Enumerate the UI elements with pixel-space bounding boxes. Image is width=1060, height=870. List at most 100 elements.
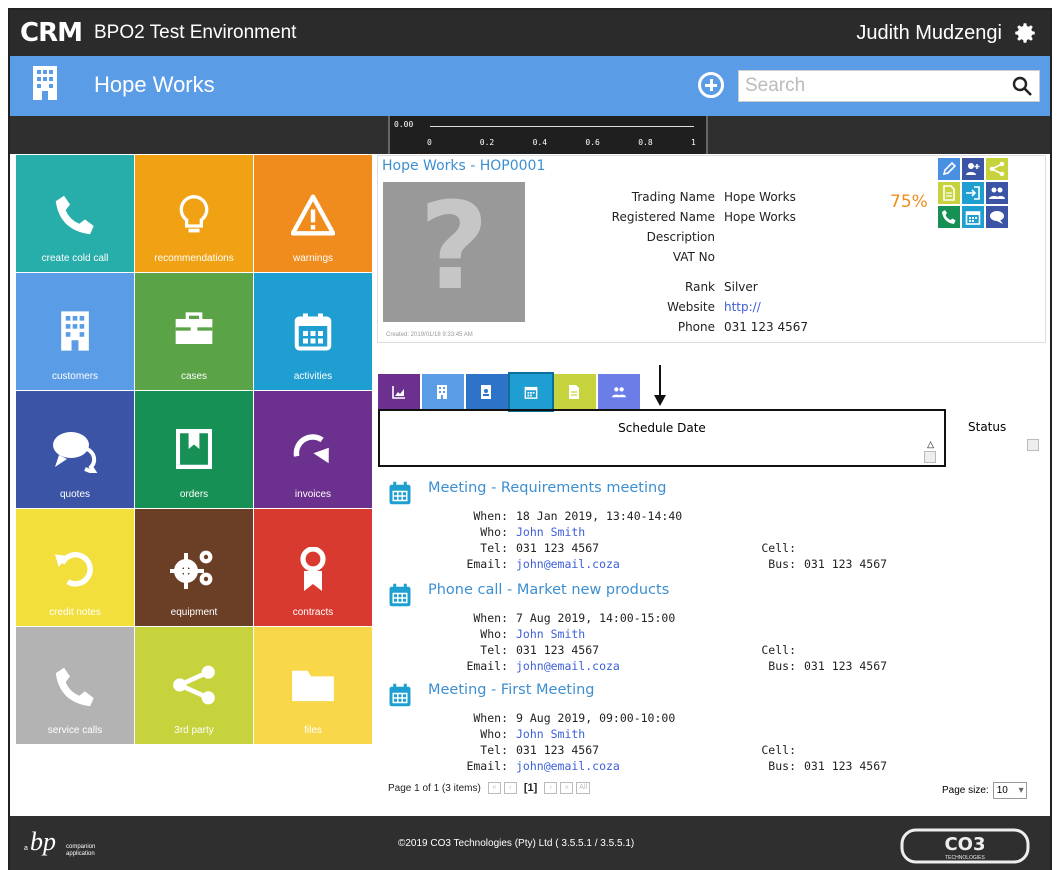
search-icon[interactable] [1012, 76, 1032, 96]
activity-tel-value: 031 123 4567 [516, 743, 600, 757]
schedule-filter-button[interactable] [924, 451, 936, 463]
share-button[interactable] [986, 158, 1008, 180]
tile-service-calls[interactable]: service calls [16, 627, 134, 744]
scrollbar[interactable] [1050, 156, 1052, 856]
activity-email-value[interactable]: john@email.coza [508, 759, 620, 773]
tile-warnings[interactable]: warnings [254, 155, 372, 272]
tab-users[interactable] [598, 374, 640, 410]
tab-activities[interactable] [508, 372, 554, 412]
building-icon [33, 66, 57, 100]
activity-who-value[interactable]: John Smith [508, 627, 585, 641]
tile-3rd-party[interactable]: 3rd party [135, 627, 253, 744]
tile-orders[interactable]: orders [135, 391, 253, 508]
current-page[interactable]: [1] [524, 782, 537, 794]
bp-logo-a: a [24, 845, 28, 852]
sign-in-icon [966, 186, 980, 200]
last-page-button[interactable]: » [560, 782, 574, 794]
completion-percent: 75% [890, 192, 928, 212]
schedule-date-header[interactable]: Schedule Date △ [378, 409, 946, 467]
tile-activities[interactable]: activities [254, 273, 372, 390]
tile-files[interactable]: files [254, 627, 372, 744]
page-size-select[interactable]: 10 [992, 782, 1027, 799]
pencil-icon [942, 161, 957, 176]
gear-icon[interactable] [1012, 20, 1038, 46]
redo-icon [293, 434, 329, 464]
activity-title[interactable]: Phone call - Market new products [428, 582, 669, 598]
activity-tel-row: Tel: 031 123 4567 [388, 742, 599, 758]
card-actions [938, 158, 1008, 228]
schedule-date-label: Schedule Date [618, 421, 706, 435]
calendar-button[interactable] [962, 206, 984, 228]
status-header[interactable]: Status [968, 420, 1006, 434]
tab-contacts[interactable] [466, 374, 508, 410]
calendar-icon [965, 211, 981, 225]
ribbon-icon [300, 547, 326, 591]
users-icon [612, 387, 626, 398]
lightbulb-icon [179, 195, 209, 233]
building-icon [61, 311, 89, 351]
gauge-axis [430, 126, 694, 127]
tile-invoices[interactable]: invoices [254, 391, 372, 508]
tile-label: service calls [47, 725, 103, 736]
activity-email-value[interactable]: john@email.coza [508, 659, 620, 673]
add-contact-button[interactable] [962, 158, 984, 180]
add-icon[interactable] [698, 72, 724, 98]
contacts-button[interactable] [986, 182, 1008, 204]
prev-page-button[interactable]: ‹ [503, 782, 517, 794]
document-button[interactable] [938, 182, 960, 204]
module-tiles: create cold call recommendations warnings c… [16, 155, 372, 744]
user-name[interactable]: Judith Mudzengi [856, 22, 1002, 44]
tab-chart[interactable] [378, 374, 420, 410]
tile-quotes[interactable]: quotes [16, 391, 134, 508]
activity-email-row: Email: john@email.coza [388, 658, 620, 674]
activity-bus-row: Bus: 031 123 4567 [760, 658, 887, 674]
page-size: Page size: 10 [942, 782, 1027, 799]
document-icon [569, 385, 579, 399]
activity-title[interactable]: Meeting - First Meeting [428, 682, 595, 698]
tile-create-cold-call[interactable]: create cold call [16, 155, 134, 272]
activity-email-value[interactable]: john@email.coza [508, 557, 620, 571]
activity-when-label: When: [473, 611, 508, 625]
calendar-icon [294, 313, 332, 351]
tab-documents[interactable] [554, 374, 596, 410]
users-icon [989, 187, 1005, 199]
activity-tel-label: Tel: [480, 643, 508, 657]
sort-ascending-icon[interactable]: △ [927, 439, 934, 450]
activity-email-label: Email: [466, 557, 508, 571]
tab-customers[interactable] [422, 374, 464, 410]
activity-tel-row: Tel: 031 123 4567 [388, 540, 599, 556]
tile-cases[interactable]: cases [135, 273, 253, 390]
card-title[interactable]: Hope Works - HOP0001 [382, 158, 545, 174]
tile-credit-notes[interactable]: credit notes [16, 509, 134, 626]
down-arrow-icon [654, 365, 666, 406]
activity-cell-row: Cell: [760, 742, 804, 758]
field-label: Description [646, 230, 715, 244]
activity-when-row: When: 9 Aug 2019, 09:00-10:00 [388, 710, 675, 726]
activity-cell-row: Cell: [760, 540, 804, 556]
tile-customers[interactable]: customers [16, 273, 134, 390]
page-size-label: Page size: [942, 785, 989, 796]
tile-recommendations[interactable]: recommendations [135, 155, 253, 272]
environment-title: BPO2 Test Environment [94, 22, 297, 43]
all-pages-button[interactable]: All [576, 782, 591, 794]
activity-who-label: Who: [480, 727, 508, 741]
pager-summary: Page 1 of 1 (3 items) [388, 782, 481, 794]
gauge-tick-label: 0.2 [479, 138, 495, 147]
comments-button[interactable] [986, 206, 1008, 228]
edit-button[interactable] [938, 158, 960, 180]
first-page-button[interactable]: « [487, 782, 501, 794]
tile-contracts[interactable]: contracts [254, 509, 372, 626]
call-button[interactable] [938, 206, 960, 228]
activity-when-value: 18 Jan 2019, 13:40-14:40 [516, 509, 683, 523]
status-filter-button[interactable] [1027, 439, 1039, 451]
next-page-button[interactable]: › [544, 782, 558, 794]
tile-equipment[interactable]: equipment [135, 509, 253, 626]
field-value-website[interactable]: http:// [724, 300, 761, 314]
activity-title[interactable]: Meeting - Requirements meeting [428, 480, 666, 496]
search-input[interactable] [738, 70, 1040, 102]
activity-cell-value [796, 643, 804, 657]
activity-who-value[interactable]: John Smith [508, 727, 585, 741]
activity-who-value[interactable]: John Smith [508, 525, 585, 539]
login-button[interactable] [962, 182, 984, 204]
detail-tabs [378, 372, 640, 412]
